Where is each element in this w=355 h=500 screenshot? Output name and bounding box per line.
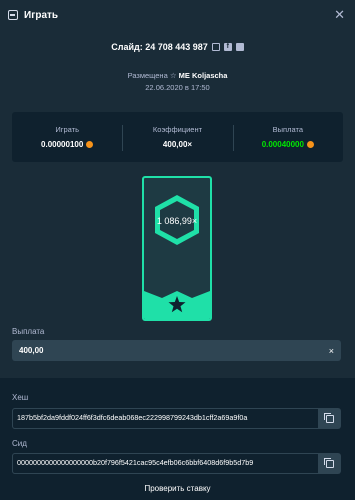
placed-date: 22.06.2020 в 17:50 (145, 83, 210, 92)
multiply-icon: × (328, 345, 334, 356)
stat-bet-value-row: 0.00000100 (12, 140, 122, 149)
card-graphic (144, 195, 210, 319)
bet-stats-panel: Играть 0.00000100 Коэффициент 400,00× Вы… (12, 112, 343, 162)
modal-title: Играть (24, 9, 59, 21)
hash-label: Хеш (12, 393, 29, 402)
stat-payout-value: 0.00040000 (261, 140, 304, 149)
hash-field: 187b5bf2da9fddf024ff6f3dfc6deab068ec2229… (12, 408, 341, 429)
bitcoin-icon (86, 141, 94, 148)
copy-icon (324, 457, 334, 468)
stat-coef-value-row: 400,00× (122, 140, 232, 149)
close-icon[interactable]: ✕ (334, 8, 345, 21)
stat-coefficient: Коэффициент 400,00× (122, 125, 232, 151)
copy-hash-button[interactable] (319, 408, 341, 429)
copy-seed-button[interactable] (319, 453, 341, 474)
payout-input[interactable]: 400,00 × (12, 340, 341, 361)
stat-coef-value: 400,00× (162, 140, 193, 149)
result-card: 1 086,99× (142, 176, 212, 321)
stat-payout-label: Выплата (272, 125, 303, 134)
twitter-icon[interactable] (235, 43, 244, 51)
seed-field: 0000000000000000000b20f796f5421cac95c4ef… (12, 453, 341, 474)
stat-coef-label: Коэффициент (152, 125, 203, 134)
window-icon (8, 10, 18, 20)
copy-icon[interactable] (211, 43, 220, 51)
placed-prefix: Размещена (127, 71, 168, 80)
payout-field-label: Выплата (12, 327, 45, 336)
verify-bet-link[interactable]: Проверить ставку (0, 484, 355, 493)
payout-input-value[interactable]: 400,00 (19, 346, 329, 355)
stat-bet: Играть 0.00000100 (12, 125, 122, 149)
star-icon: ☆ (169, 71, 177, 80)
placed-by: Размещена ☆ ME Koljascha (0, 71, 355, 80)
bitcoin-icon (306, 141, 314, 148)
copy-icon (324, 412, 334, 423)
username-link[interactable]: ME Koljascha (179, 71, 228, 80)
slide-id-row: Слайд: 24 708 443 987 f (0, 42, 355, 52)
hash-input[interactable]: 187b5bf2da9fddf024ff6f3dfc6deab068ec2229… (12, 408, 319, 429)
fairness-panel: Хеш 187b5bf2da9fddf024ff6f3dfc6deab068ec… (0, 378, 355, 500)
card-multiplier: 1 086,99× (156, 216, 198, 226)
stat-payout: Выплата 0.00040000 (232, 125, 343, 151)
facebook-icon[interactable]: f (223, 43, 232, 51)
seed-input[interactable]: 0000000000000000000b20f796f5421cac95c4ef… (12, 453, 319, 474)
stat-bet-label: Играть (55, 125, 79, 134)
stat-payout-value-row: 0.00040000 (233, 140, 343, 149)
stat-bet-value: 0.00000100 (41, 140, 84, 149)
seed-label: Сид (12, 439, 27, 448)
slide-id: Слайд: 24 708 443 987 (111, 42, 208, 52)
modal-header: Играть ✕ (0, 0, 355, 30)
